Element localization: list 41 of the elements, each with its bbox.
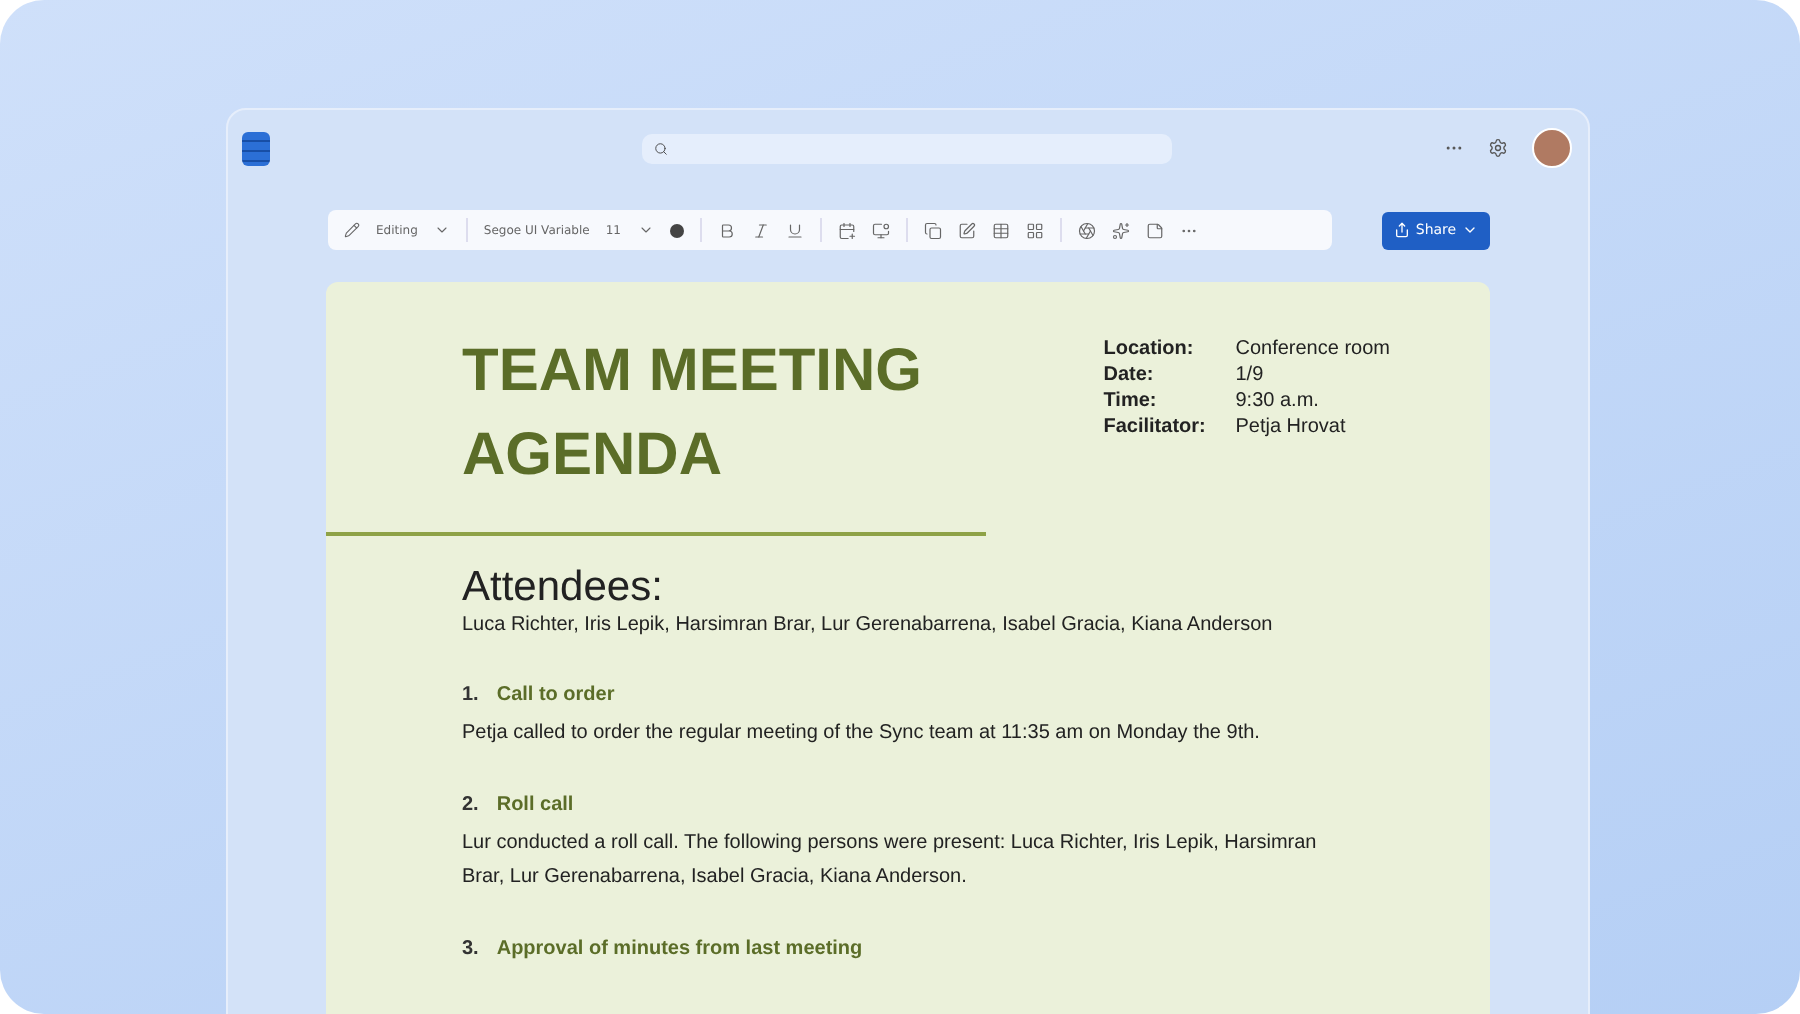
detail-label: Date: — [1103, 364, 1156, 386]
chevron-down-icon[interactable] — [433, 222, 450, 238]
detail-value: 1/9 — [1235, 364, 1266, 386]
share-icon — [1393, 222, 1410, 238]
section-heading: Roll call — [496, 792, 574, 820]
detail-label: Location: — [1103, 338, 1196, 360]
attendees-heading: Attendees: — [462, 564, 665, 612]
edit-icon[interactable] — [957, 221, 975, 239]
detail-value: Conference room — [1235, 338, 1390, 360]
bold-icon[interactable] — [717, 221, 735, 239]
section-text: Lur conducted a roll call. The following persons were present: Luca Richter, Iris Lepik, Harsimran Brar, Lur Gerenabarrena, Isabel Gracia, Kiana Anderson. — [462, 830, 1319, 892]
section-number: 2. — [462, 792, 479, 820]
copy-icon[interactable] — [923, 221, 941, 239]
section-heading: Call to order — [496, 682, 615, 710]
detail-label: Time: — [1103, 390, 1159, 412]
table-icon[interactable] — [991, 221, 1009, 239]
section-number: 1. — [462, 682, 479, 710]
pencil-icon[interactable] — [344, 222, 360, 238]
grid-icon[interactable] — [1025, 221, 1043, 239]
chevron-down-icon — [1462, 222, 1479, 238]
detail-value: Petja Hrovat — [1235, 416, 1348, 438]
detail-value: 9:30 a.m. — [1235, 390, 1321, 412]
section-number: 3. — [462, 936, 479, 964]
search-field[interactable] — [642, 133, 1172, 163]
detail-label: Facilitator: — [1103, 416, 1208, 438]
avatar[interactable] — [1532, 128, 1572, 168]
attendees-list: Luca Richter, Iris Lepik, Harsimran Brar, Lur Gerenabarrena, Isabel Gracia, Kiana Anderson — [462, 612, 1370, 640]
sparkle-icon[interactable] — [1111, 221, 1129, 239]
chevron-down-icon[interactable] — [637, 222, 653, 238]
calendar-icon[interactable] — [837, 221, 855, 239]
section-text: Petja called to order the regular meeting of the Sync team at 11:35 am on Monday the 9th. — [462, 720, 1262, 748]
settings-icon[interactable] — [1488, 138, 1508, 158]
underline-icon[interactable] — [785, 221, 803, 239]
note-icon[interactable] — [1145, 221, 1163, 239]
screen-icon[interactable] — [871, 221, 889, 239]
app-logo-icon[interactable] — [242, 131, 270, 165]
color-dot-icon[interactable] — [669, 223, 683, 237]
search-icon[interactable] — [654, 141, 668, 155]
section-heading: Approval of minutes from last meeting — [496, 936, 863, 964]
italic-icon[interactable] — [751, 221, 769, 239]
document-title: TEAM MEETING AGENDA — [462, 336, 924, 492]
